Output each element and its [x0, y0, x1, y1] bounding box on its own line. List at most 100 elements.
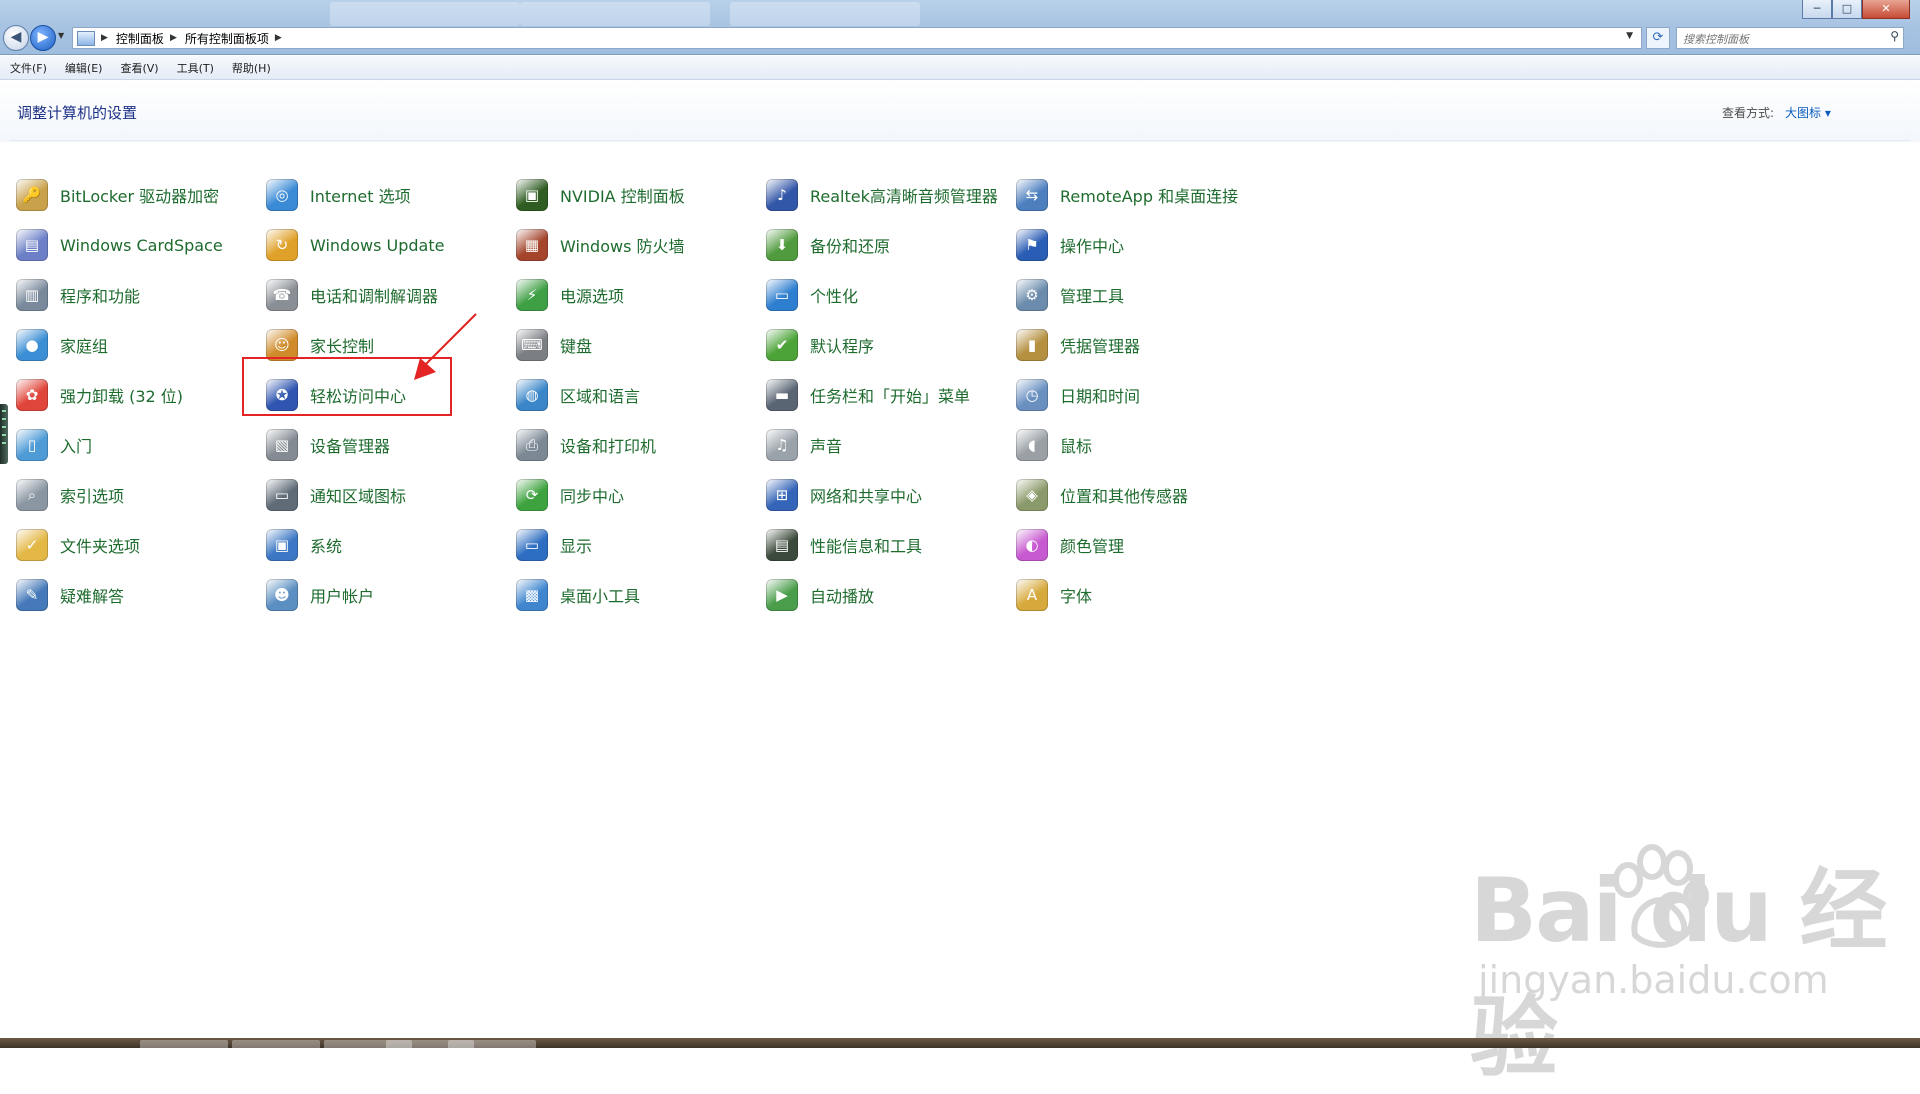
cp-item-mouse[interactable]: ◖ 鼠标 [1016, 420, 1266, 470]
cp-item-device-manager[interactable]: ▧ 设备管理器 [266, 420, 516, 470]
cp-item-label[interactable]: 操作中心 [1060, 233, 1124, 257]
cp-item-label[interactable]: 管理工具 [1060, 283, 1124, 307]
cp-item-label[interactable]: 同步中心 [560, 483, 624, 507]
taskbar-button[interactable] [232, 1040, 320, 1048]
cp-item-autoplay[interactable]: ▶ 自动播放 [766, 570, 1016, 620]
cp-item-label[interactable]: 任务栏和「开始」菜单 [810, 383, 970, 407]
address-dropdown-icon[interactable]: ▼ [1626, 31, 1633, 41]
recent-pages-dropdown[interactable]: ▼ [58, 31, 64, 40]
cp-item-label[interactable]: 家庭组 [60, 333, 108, 357]
maximize-button[interactable]: □ [1832, 0, 1862, 19]
cp-item-region-language[interactable]: ◍ 区域和语言 [516, 370, 766, 420]
taskbar-button[interactable] [140, 1040, 228, 1048]
side-dock-handle[interactable] [0, 404, 8, 464]
cp-item-fonts[interactable]: A 字体 [1016, 570, 1266, 620]
cp-item-label[interactable]: 电话和调制解调器 [310, 283, 438, 307]
cp-item-personalization[interactable]: ▭ 个性化 [766, 270, 1016, 320]
cp-item-cardspace[interactable]: ▤ Windows CardSpace [16, 220, 266, 270]
cp-item-label[interactable]: BitLocker 驱动器加密 [60, 183, 219, 207]
cp-item-remoteapp[interactable]: ⇆ RemoteApp 和桌面连接 [1016, 170, 1266, 220]
cp-item-label[interactable]: Windows Update [310, 236, 444, 255]
cp-item-indexing-options[interactable]: ⌕ 索引选项 [16, 470, 266, 520]
cp-item-label[interactable]: 自动播放 [810, 583, 874, 607]
cp-item-performance[interactable]: ▤ 性能信息和工具 [766, 520, 1016, 570]
cp-item-label[interactable]: 疑难解答 [60, 583, 124, 607]
forward-button[interactable]: ▶ [30, 25, 56, 51]
cp-item-keyboard[interactable]: ⌨ 键盘 [516, 320, 766, 370]
cp-item-taskbar-start-menu[interactable]: ▬ 任务栏和「开始」菜单 [766, 370, 1016, 420]
cp-item-label[interactable]: 桌面小工具 [560, 583, 640, 607]
breadcrumb-control-panel[interactable]: 控制面板 [116, 30, 164, 47]
cp-item-desktop-gadgets[interactable]: ▩ 桌面小工具 [516, 570, 766, 620]
cp-item-label[interactable]: 性能信息和工具 [810, 533, 922, 557]
cp-item-date-time[interactable]: ◷ 日期和时间 [1016, 370, 1266, 420]
cp-item-windows-update[interactable]: ↻ Windows Update [266, 220, 516, 270]
cp-item-sync-center[interactable]: ⟳ 同步中心 [516, 470, 766, 520]
menu-help[interactable]: 帮助(H) [224, 60, 279, 76]
cp-item-label[interactable]: 区域和语言 [560, 383, 640, 407]
cp-item-label[interactable]: 位置和其他传感器 [1060, 483, 1188, 507]
cp-item-programs[interactable]: ▥ 程序和功能 [16, 270, 266, 320]
search-input[interactable] [1681, 29, 1875, 50]
cp-item-devices-printers[interactable]: ⎙ 设备和打印机 [516, 420, 766, 470]
cp-item-label[interactable]: 默认程序 [810, 333, 874, 357]
breadcrumb-separator-icon[interactable]: ▶ [275, 33, 282, 43]
menu-tools[interactable]: 工具(T) [169, 60, 222, 76]
cp-item-admin-tools[interactable]: ⚙ 管理工具 [1016, 270, 1266, 320]
cp-item-label[interactable]: NVIDIA 控制面板 [560, 183, 685, 207]
cp-item-label[interactable]: 设备和打印机 [560, 433, 656, 457]
cp-item-label[interactable]: 网络和共享中心 [810, 483, 922, 507]
cp-item-folder-options[interactable]: ✓ 文件夹选项 [16, 520, 266, 570]
cp-item-label[interactable]: 用户帐户 [310, 583, 374, 607]
cp-item-label[interactable]: 程序和功能 [60, 283, 140, 307]
back-button[interactable]: ◀ [3, 25, 29, 51]
cp-item-label[interactable]: Internet 选项 [310, 183, 411, 207]
cp-item-backup[interactable]: ⬇ 备份和还原 [766, 220, 1016, 270]
close-button[interactable]: ✕ [1862, 0, 1910, 19]
cp-item-sound[interactable]: ♫ 声音 [766, 420, 1016, 470]
cp-item-troubleshooting[interactable]: ✎ 疑难解答 [16, 570, 266, 620]
cp-item-label[interactable]: Realtek高清晰音频管理器 [810, 183, 998, 207]
cp-item-default-programs[interactable]: ✔ 默认程序 [766, 320, 1016, 370]
breadcrumb-separator-icon[interactable]: ▶ [170, 33, 177, 43]
cp-item-label[interactable]: 电源选项 [560, 283, 624, 307]
cp-item-color-management[interactable]: ◐ 颜色管理 [1016, 520, 1266, 570]
cp-item-uninstaller-clover[interactable]: ✿ 强力卸载 (32 位) [16, 370, 266, 420]
cp-item-nvidia[interactable]: ▣ NVIDIA 控制面板 [516, 170, 766, 220]
cp-item-label[interactable]: 通知区域图标 [310, 483, 406, 507]
cp-item-label[interactable]: 家长控制 [310, 333, 374, 357]
breadcrumb-all-items[interactable]: 所有控制面板项 [185, 30, 269, 47]
cp-item-label[interactable]: 系统 [310, 533, 342, 557]
cp-item-user-accounts[interactable]: ☻ 用户帐户 [266, 570, 516, 620]
minimize-button[interactable]: ─ [1802, 0, 1832, 19]
cp-item-label[interactable]: 鼠标 [1060, 433, 1092, 457]
cp-item-realtek-audio[interactable]: ♪ Realtek高清晰音频管理器 [766, 170, 1016, 220]
cp-item-label[interactable]: 强力卸载 (32 位) [60, 383, 183, 407]
cp-item-homegroup[interactable]: ● 家庭组 [16, 320, 266, 370]
cp-item-system[interactable]: ▣ 系统 [266, 520, 516, 570]
search-icon[interactable]: ⚲ [1890, 29, 1899, 43]
menu-edit[interactable]: 编辑(E) [57, 60, 111, 76]
cp-item-label[interactable]: 日期和时间 [1060, 383, 1140, 407]
menu-file[interactable]: 文件(F) [2, 60, 55, 76]
view-by-dropdown[interactable]: 大图标 ▾ [1785, 104, 1831, 121]
search-box[interactable]: ⚲ [1676, 27, 1904, 50]
cp-item-network-sharing[interactable]: ⊞ 网络和共享中心 [766, 470, 1016, 520]
cp-item-firewall[interactable]: ▦ Windows 防火墙 [516, 220, 766, 270]
refresh-button[interactable]: ⟳ [1646, 27, 1670, 49]
cp-item-power-options[interactable]: ⚡ 电源选项 [516, 270, 766, 320]
cp-item-label[interactable]: 颜色管理 [1060, 533, 1124, 557]
cp-item-label[interactable]: 索引选项 [60, 483, 124, 507]
cp-item-internet-options[interactable]: ◎ Internet 选项 [266, 170, 516, 220]
cp-item-label[interactable]: 设备管理器 [310, 433, 390, 457]
cp-item-label[interactable]: 入门 [60, 433, 92, 457]
menu-view[interactable]: 查看(V) [112, 60, 166, 76]
cp-item-label[interactable]: 个性化 [810, 283, 858, 307]
cp-item-label[interactable]: RemoteApp 和桌面连接 [1060, 183, 1238, 207]
cp-item-label[interactable]: Windows CardSpace [60, 236, 223, 255]
cp-item-label[interactable]: 备份和还原 [810, 233, 890, 257]
cp-item-credential-manager[interactable]: ▮ 凭据管理器 [1016, 320, 1266, 370]
cp-item-action-center-flag[interactable]: ⚑ 操作中心 [1016, 220, 1266, 270]
cp-item-notification-area[interactable]: ▭ 通知区域图标 [266, 470, 516, 520]
address-bar[interactable]: ▶ 控制面板 ▶ 所有控制面板项 ▶ ▼ [72, 27, 1642, 49]
